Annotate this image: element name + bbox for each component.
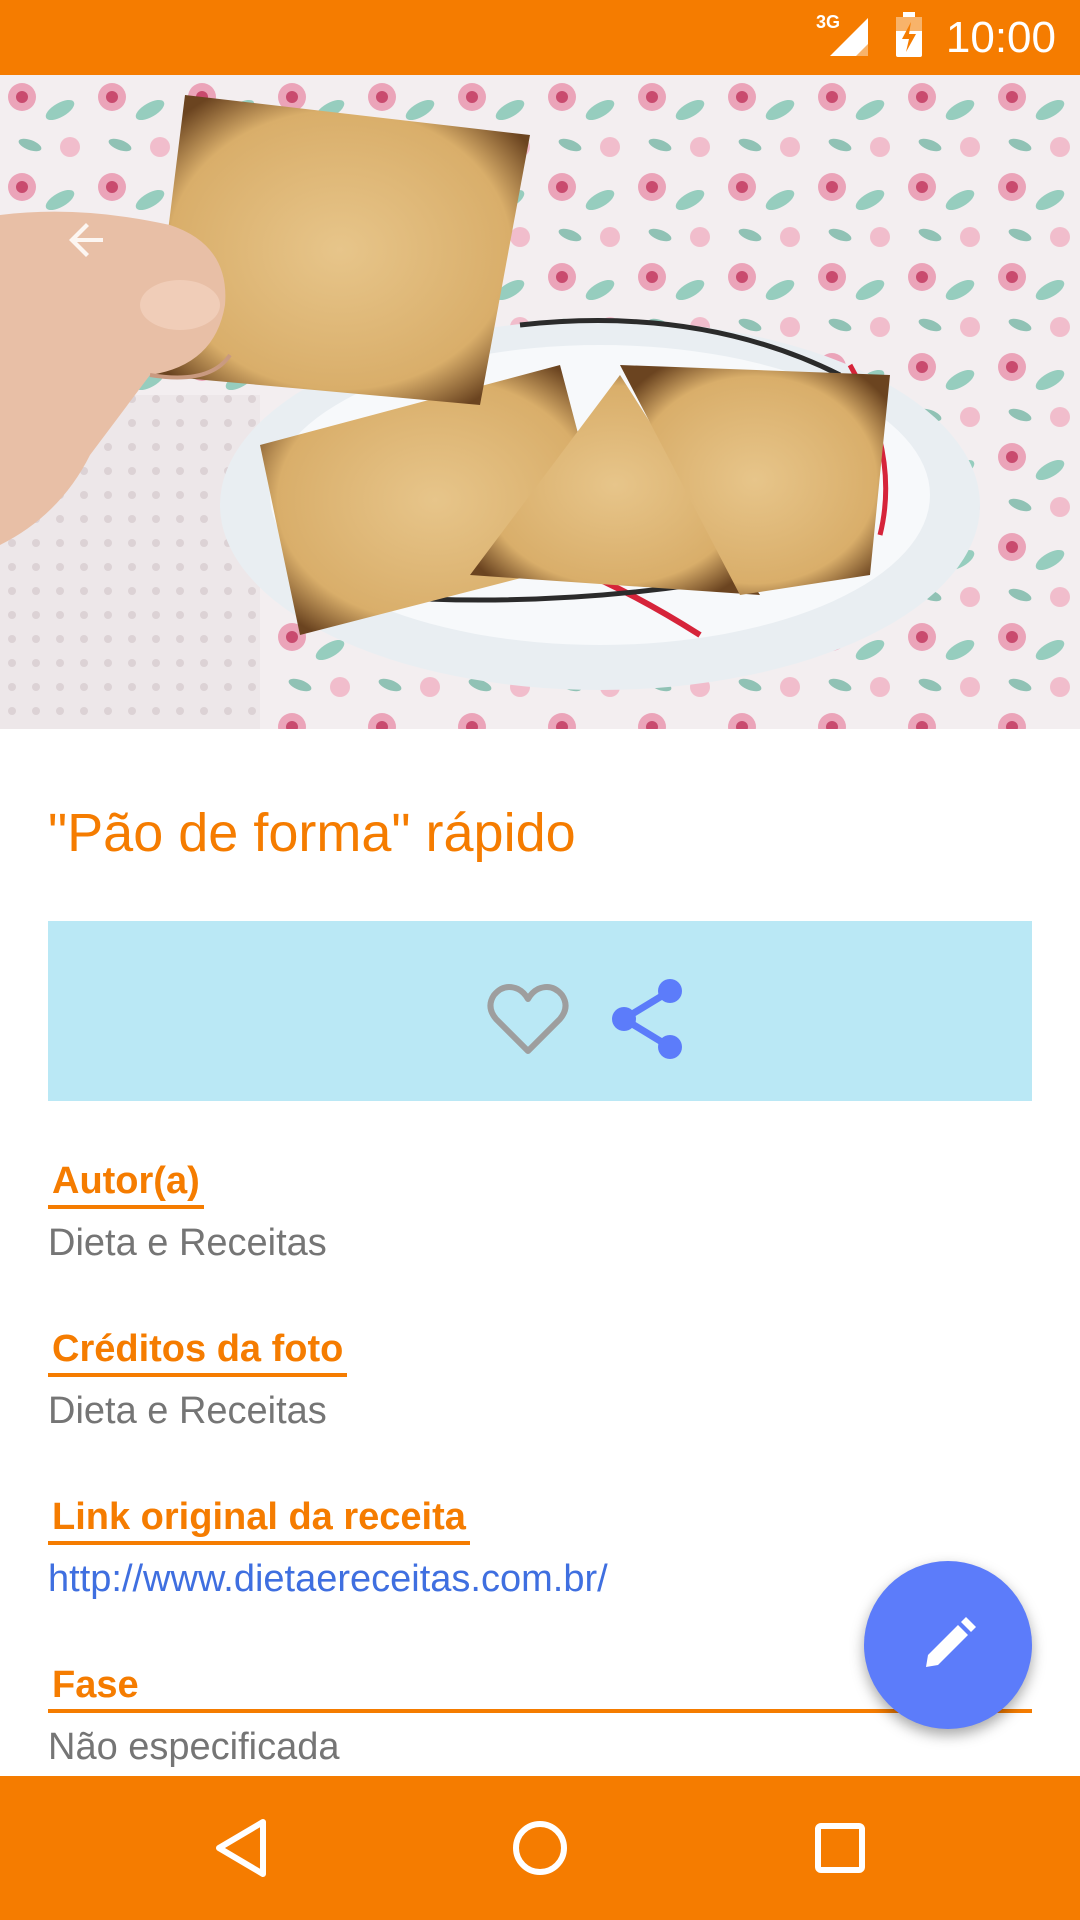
action-bar	[48, 921, 1032, 1101]
share-button[interactable]	[600, 971, 696, 1067]
status-bar: 3G 10:00	[0, 0, 1080, 75]
heart-outline-icon	[487, 984, 569, 1054]
share-icon	[612, 979, 682, 1059]
author-label: Autor(a)	[48, 1160, 204, 1209]
photo-credits-value: Dieta e Receitas	[48, 1390, 327, 1432]
recipe-title: "Pão de forma" rápido	[48, 803, 576, 863]
nav-recents-button[interactable]	[795, 1803, 885, 1893]
back-button[interactable]	[52, 205, 122, 275]
signal-icon: 3G	[816, 12, 872, 63]
nav-home-button[interactable]	[495, 1803, 585, 1893]
author-value: Dieta e Receitas	[48, 1222, 327, 1264]
phase-value: Não especificada	[48, 1726, 340, 1768]
navigation-bar	[0, 1776, 1080, 1920]
nav-home-icon	[513, 1821, 567, 1875]
recipe-photo	[0, 75, 1080, 729]
edit-fab[interactable]	[864, 1561, 1032, 1729]
status-icons: 3G 10:00	[816, 0, 1056, 75]
original-link-label: Link original da receita	[48, 1496, 470, 1545]
battery-charging-icon	[894, 12, 924, 63]
nav-back-icon	[216, 1819, 266, 1877]
nav-back-button[interactable]	[196, 1803, 286, 1893]
pencil-icon	[926, 1617, 976, 1667]
nav-recents-icon	[815, 1823, 865, 1873]
original-link[interactable]: http://www.dietaereceitas.com.br/	[48, 1558, 608, 1601]
arrow-back-icon	[69, 223, 103, 257]
clock: 10:00	[945, 12, 1056, 62]
photo-credits-label: Créditos da foto	[48, 1328, 348, 1377]
favorite-button[interactable]	[480, 971, 576, 1067]
network-type-label: 3G	[816, 12, 840, 32]
